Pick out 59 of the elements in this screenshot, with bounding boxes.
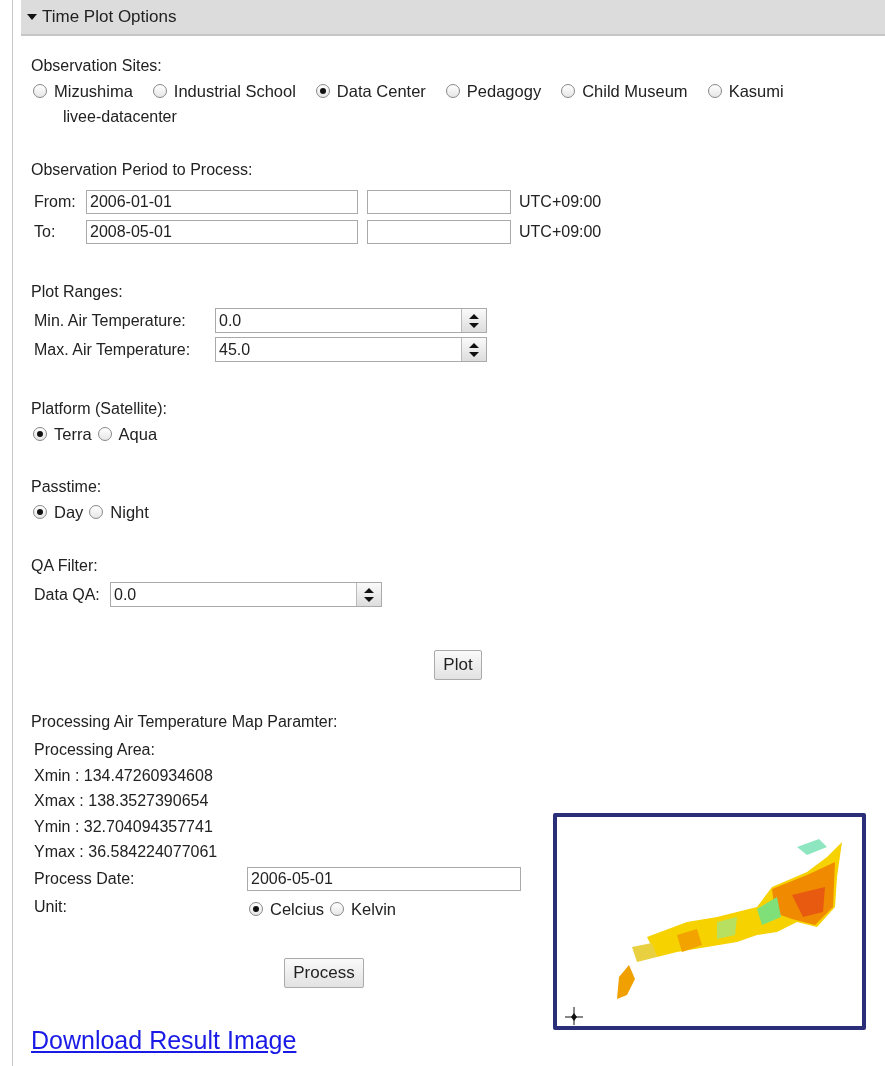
field-label: To: bbox=[34, 223, 57, 241]
option-label[interactable]: Industrial School bbox=[173, 80, 296, 102]
field-label: From: bbox=[34, 193, 77, 211]
option-label[interactable]: Data Center bbox=[336, 80, 426, 102]
radio-button[interactable] bbox=[152, 84, 167, 98]
download-link[interactable]: Download Result Image bbox=[31, 1026, 297, 1054]
option-label[interactable]: Day bbox=[54, 501, 84, 523]
radio-button[interactable] bbox=[330, 901, 345, 916]
radio-button[interactable] bbox=[33, 505, 47, 519]
timezone-text: UTC+09:00 bbox=[519, 193, 602, 211]
option-label[interactable]: Terra bbox=[54, 423, 92, 445]
time-field[interactable] bbox=[367, 190, 511, 214]
spin-field[interactable]: 0.0 bbox=[215, 308, 487, 333]
field-label: Max. Air Temperature: bbox=[34, 340, 192, 359]
section-label: Observation Sites: bbox=[31, 56, 163, 76]
option-label[interactable]: Child Museum bbox=[582, 80, 688, 102]
caret-icon bbox=[27, 12, 37, 22]
section-label: Processing Air Temperature Map Paramter: bbox=[31, 712, 339, 732]
radio-button[interactable] bbox=[33, 427, 47, 441]
bound-text: Xmin : 134.47260934608 bbox=[34, 765, 214, 786]
timezone-text: UTC+09:00 bbox=[519, 223, 602, 241]
section-label: Passtime: bbox=[31, 477, 103, 497]
area-label: Processing Area: bbox=[34, 740, 156, 760]
spin-field[interactable]: 0.0 bbox=[110, 582, 382, 607]
section-label: Plot Ranges: bbox=[31, 282, 124, 302]
field-label: Min. Air Temperature: bbox=[34, 311, 187, 330]
field-label: Process Date: bbox=[34, 869, 136, 888]
date-field[interactable]: 2008-05-01 bbox=[86, 220, 358, 244]
field-label: Unit: bbox=[34, 897, 68, 916]
plot-button[interactable]: Plot bbox=[434, 650, 482, 680]
bound-text: Ymax : 36.584224077061 bbox=[34, 842, 219, 862]
radio-button[interactable] bbox=[707, 84, 722, 98]
option-label[interactable]: Pedagogy bbox=[466, 80, 542, 102]
time-field[interactable] bbox=[367, 220, 511, 244]
radio-button[interactable] bbox=[89, 505, 104, 519]
option-label[interactable]: Mizushima bbox=[54, 80, 133, 102]
field-label: Data QA: bbox=[34, 585, 101, 604]
radio-button[interactable] bbox=[445, 84, 460, 98]
radio-button[interactable] bbox=[97, 427, 112, 441]
option-label[interactable]: Kasumi bbox=[728, 80, 784, 102]
radio-button[interactable] bbox=[249, 901, 263, 916]
radio-button[interactable] bbox=[315, 84, 330, 98]
option-label[interactable]: Aqua bbox=[118, 423, 158, 445]
bound-text: Ymin : 32.704094357741 bbox=[34, 816, 214, 837]
section-label: Observation Period to Process: bbox=[31, 160, 254, 180]
site-id-text: livee-datacenter bbox=[63, 107, 178, 127]
bound-text: Xmax : 138.3527390654 bbox=[34, 791, 210, 811]
radio-button[interactable] bbox=[561, 84, 576, 98]
option-label[interactable]: Celcius bbox=[270, 897, 325, 920]
spin-field[interactable]: 45.0 bbox=[215, 337, 487, 362]
date-field[interactable]: 2006-01-01 bbox=[86, 190, 358, 214]
section-label: QA Filter: bbox=[31, 556, 99, 576]
section-label: Platform (Satellite): bbox=[31, 399, 169, 419]
panel-header[interactable]: Time Plot Options bbox=[21, 0, 885, 36]
date-field[interactable]: 2006-05-01 bbox=[247, 866, 521, 891]
option-label[interactable]: Night bbox=[110, 501, 149, 523]
radio-button[interactable] bbox=[33, 84, 47, 98]
process-button[interactable]: Process bbox=[284, 957, 364, 988]
option-label[interactable]: Kelvin bbox=[351, 897, 397, 920]
